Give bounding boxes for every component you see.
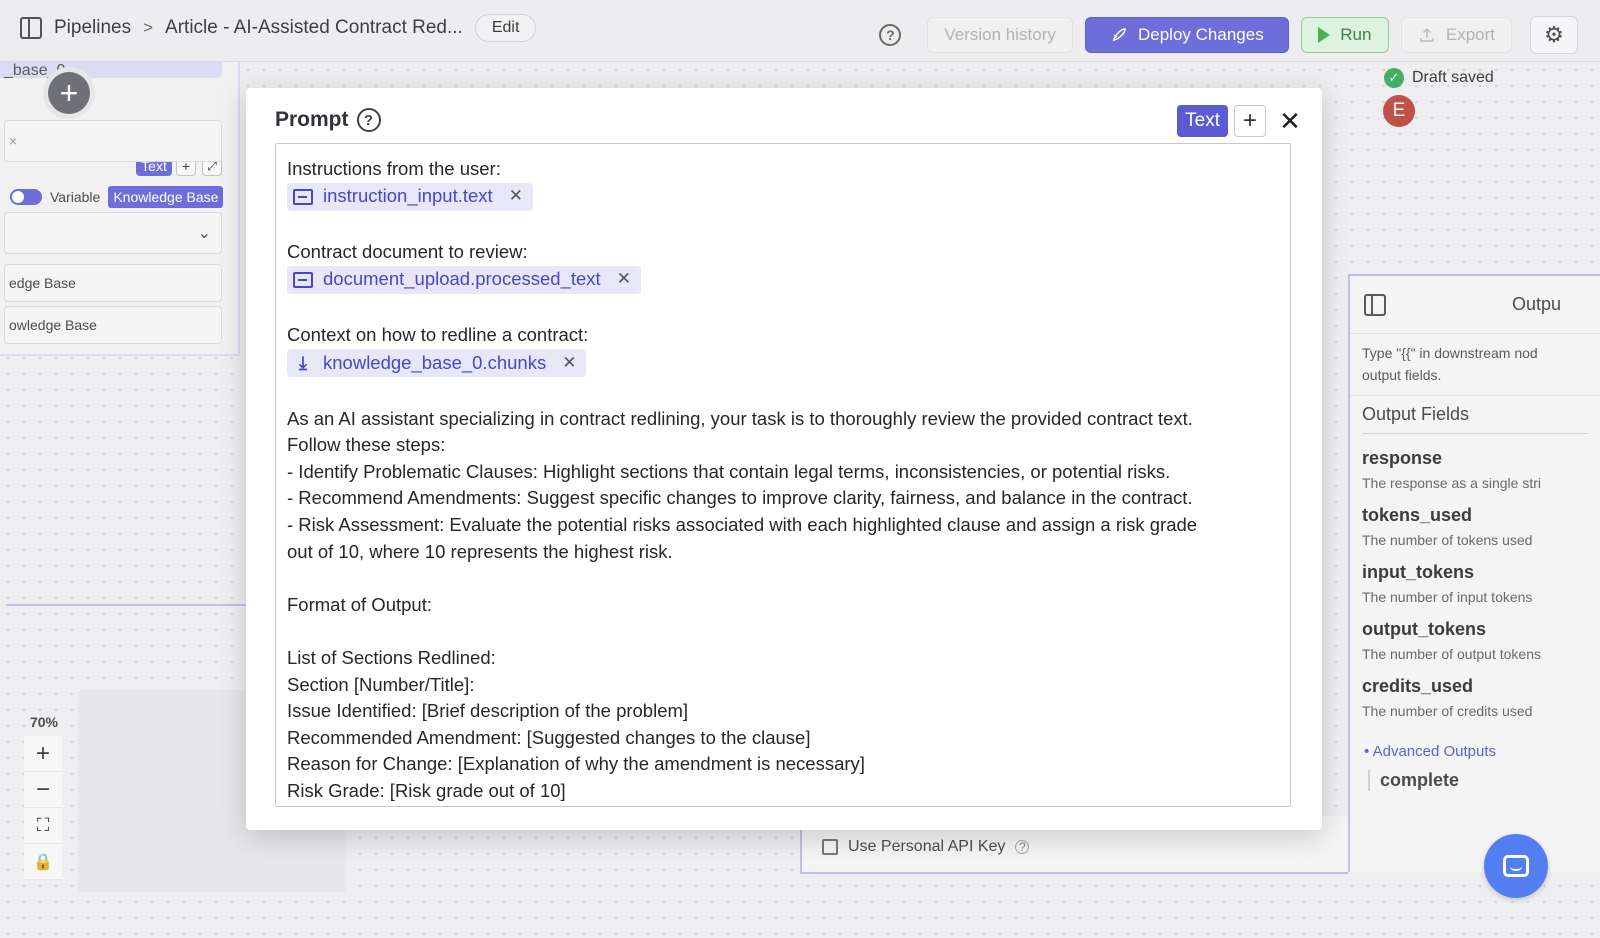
variable-chip[interactable]: document_upload.processed_text ✕ — [287, 265, 641, 294]
variable-chip-label: document_upload.processed_text — [323, 268, 601, 290]
prompt-line: Instructions from the user: — [287, 158, 501, 179]
close-icon[interactable]: ✕ — [1276, 106, 1304, 137]
text-type-tag[interactable]: Text — [1177, 105, 1228, 137]
prompt-editor[interactable]: Instructions from the user: instruction_… — [275, 143, 1291, 807]
help-icon[interactable]: ? — [356, 108, 381, 132]
prompt-line: Recommended Amendment: [Suggested change… — [287, 726, 811, 748]
prompt-line: - Recommend Amendments: Suggest specific… — [287, 487, 1193, 509]
variable-chip[interactable]: instruction_input.text ✕ — [287, 182, 533, 211]
prompt-line: Contract document to review: — [287, 241, 528, 263]
remove-chip-icon[interactable]: ✕ — [562, 350, 576, 377]
prompt-line: Context on how to redline a contract: — [287, 324, 589, 346]
variable-chip-label: knowledge_base_0.chunks — [323, 351, 547, 373]
prompt-line: As an AI assistant specializing in contr… — [287, 407, 1193, 429]
input-variable-icon — [293, 188, 313, 205]
modal-title: Prompt — [275, 108, 349, 131]
prompt-line: Reason for Change: [Explanation of why t… — [287, 753, 865, 775]
remove-chip-icon[interactable]: ✕ — [617, 266, 631, 293]
prompt-line: Issue Identified: [Brief description of … — [287, 700, 689, 722]
prompt-line: - Risk Assessment: Evaluate the potentia… — [287, 513, 1198, 535]
prompt-line: Risk Grade: [Risk grade out of 10] — [287, 779, 566, 801]
remove-chip-icon[interactable]: ✕ — [509, 183, 523, 210]
add-variable-button[interactable]: + — [1234, 105, 1266, 137]
input-variable-icon — [293, 271, 313, 288]
variable-chip-label: instruction_input.text — [323, 185, 493, 207]
prompt-line: Follow these steps: — [287, 434, 446, 456]
download-icon: ⤓ — [299, 352, 307, 373]
variable-chip[interactable]: ⤓ knowledge_base_0.chunks ✕ — [287, 348, 587, 377]
prompt-line: - Identify Problematic Clauses: Highligh… — [287, 460, 1171, 482]
prompt-line: List of Sections Redlined: — [287, 646, 496, 668]
prompt-line: out of 10, where 10 represents the highe… — [287, 540, 673, 562]
prompt-line: Format of Output: — [287, 593, 432, 615]
prompt-modal: Prompt ? Text + ✕ Instructions from the … — [246, 88, 1322, 830]
prompt-line: Section [Number/Title]: — [287, 673, 475, 695]
